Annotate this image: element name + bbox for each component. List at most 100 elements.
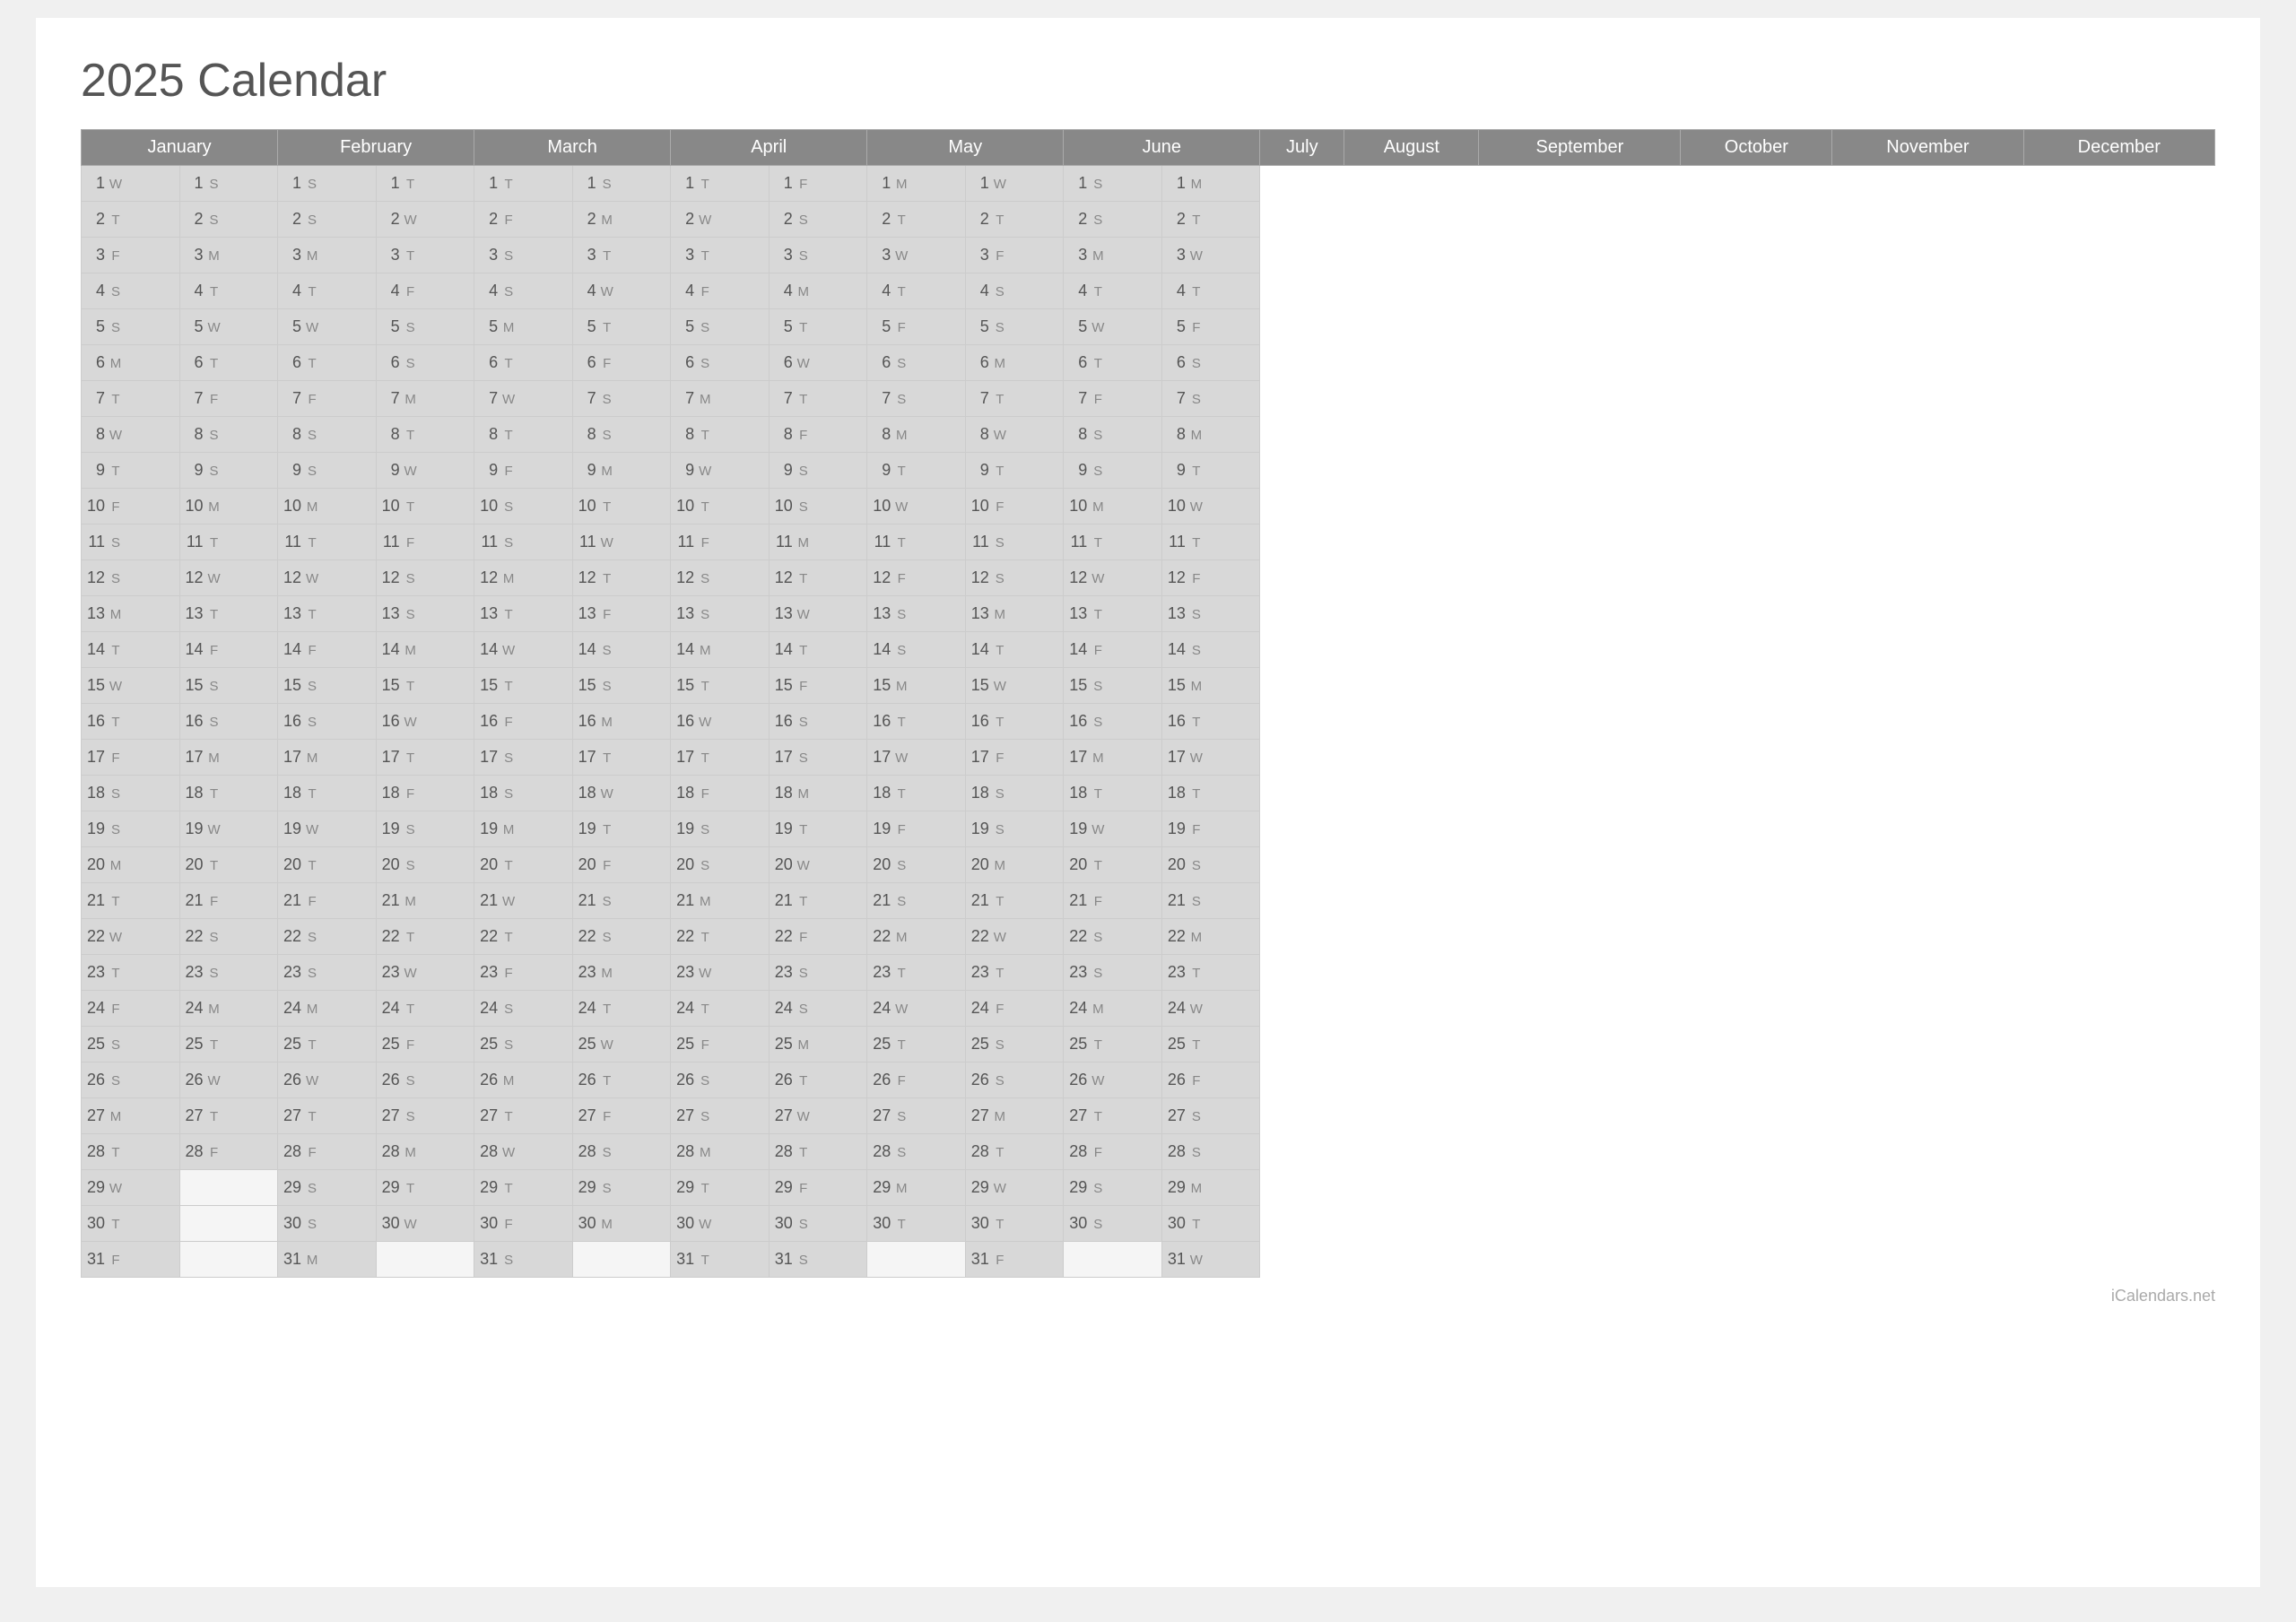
day-code: T xyxy=(796,894,812,909)
day-number: 29 xyxy=(85,1178,105,1197)
day-code: F xyxy=(206,392,222,407)
day-code: T xyxy=(697,177,713,192)
day-cell-oct-17: 17F xyxy=(965,740,1064,776)
day-number: 3 xyxy=(577,246,596,265)
day-code: M xyxy=(1090,499,1106,515)
day-cell-jan-7: 7T xyxy=(82,381,180,417)
day-code: T xyxy=(599,320,615,335)
day-cell-may-7: 7W xyxy=(474,381,573,417)
day-number: 1 xyxy=(970,174,989,193)
day-cell-apr-21: 21M xyxy=(376,883,474,919)
day-number: 13 xyxy=(970,604,989,623)
day-code: M xyxy=(304,499,320,515)
day-number: 13 xyxy=(184,604,204,623)
day-cell-may-2: 2F xyxy=(474,202,573,238)
day-cell-feb-12: 12W xyxy=(179,560,278,596)
day-cell-jan-24: 24F xyxy=(82,991,180,1027)
day-number: 30 xyxy=(85,1214,105,1233)
day-number: 21 xyxy=(380,891,400,910)
day-cell-nov-20: 20T xyxy=(1064,847,1162,883)
day-cell-mar-10: 10M xyxy=(278,489,377,525)
day-number: 24 xyxy=(282,999,301,1018)
day-code: S xyxy=(403,356,419,371)
day-number: 28 xyxy=(674,1142,694,1161)
day-number: 20 xyxy=(674,855,694,874)
day-number: 8 xyxy=(184,425,204,444)
day-cell-dec-24: 24W xyxy=(1161,991,1260,1027)
day-cell-jul-27: 27S xyxy=(671,1098,770,1134)
day-number: 15 xyxy=(85,676,105,695)
day-number: 1 xyxy=(1166,174,1186,193)
day-number: 8 xyxy=(1067,425,1087,444)
day-code: T xyxy=(500,858,517,873)
day-number: 23 xyxy=(1067,963,1087,982)
day-code: T xyxy=(697,1253,713,1268)
day-cell-jul-20: 20S xyxy=(671,847,770,883)
day-number: 28 xyxy=(1166,1142,1186,1161)
day-code: S xyxy=(206,213,222,228)
day-number: 18 xyxy=(674,784,694,802)
day-code: S xyxy=(108,786,124,802)
day-number: 2 xyxy=(577,210,596,229)
day-cell-oct-11: 11S xyxy=(965,525,1064,560)
day-cell-aug-14: 14T xyxy=(769,632,867,668)
day-number: 6 xyxy=(282,353,301,372)
day-cell-aug-1: 1F xyxy=(769,166,867,202)
day-code: F xyxy=(1188,1073,1205,1089)
day-code: F xyxy=(599,858,615,873)
day-cell-may-14: 14W xyxy=(474,632,573,668)
day-cell-jan-15: 15W xyxy=(82,668,180,704)
day-number: 11 xyxy=(282,533,301,551)
day-number: 16 xyxy=(380,712,400,731)
day-cell-feb-8: 8S xyxy=(179,417,278,453)
day-cell-aug-4: 4M xyxy=(769,273,867,309)
day-number: 21 xyxy=(85,891,105,910)
day-number: 27 xyxy=(1166,1106,1186,1125)
day-number: 7 xyxy=(674,389,694,408)
day-code: S xyxy=(403,1109,419,1124)
day-cell-may-24: 24S xyxy=(474,991,573,1027)
day-cell-feb-13: 13T xyxy=(179,596,278,632)
day-number: 29 xyxy=(674,1178,694,1197)
day-code: M xyxy=(599,715,615,730)
day-cell-dec-21: 21S xyxy=(1161,883,1260,919)
day-code: T xyxy=(206,858,222,873)
day-cell-dec-26: 26F xyxy=(1161,1063,1260,1098)
day-cell-jun-4: 4W xyxy=(572,273,671,309)
day-code: M xyxy=(893,177,909,192)
day-code: F xyxy=(403,1037,419,1053)
day-code: T xyxy=(599,571,615,586)
day-cell-dec-29: 29M xyxy=(1161,1170,1260,1206)
day-code: F xyxy=(206,1145,222,1160)
day-number: 13 xyxy=(478,604,498,623)
day-code: M xyxy=(403,643,419,658)
day-code: T xyxy=(108,392,124,407)
day-number: 4 xyxy=(1166,282,1186,300)
day-code: T xyxy=(304,858,320,873)
day-cell-aug-27: 27W xyxy=(769,1098,867,1134)
month-header-feb: February xyxy=(278,130,474,166)
day-number: 14 xyxy=(184,640,204,659)
day-code: M xyxy=(206,499,222,515)
day-code: F xyxy=(992,750,1008,766)
day-code: S xyxy=(697,1109,713,1124)
day-number: 19 xyxy=(282,820,301,838)
day-number: 2 xyxy=(871,210,891,229)
day-code: F xyxy=(500,715,517,730)
day-code: W xyxy=(697,966,713,981)
day-cell-feb-19: 19W xyxy=(179,811,278,847)
day-code: M xyxy=(992,1109,1008,1124)
day-code: T xyxy=(206,356,222,371)
day-number: 13 xyxy=(1067,604,1087,623)
day-cell-jan-10: 10F xyxy=(82,489,180,525)
day-number: 14 xyxy=(380,640,400,659)
day-code: W xyxy=(403,213,419,228)
day-cell-feb-29 xyxy=(179,1170,278,1206)
month-header-sep: September xyxy=(1479,130,1681,166)
day-number: 14 xyxy=(577,640,596,659)
day-number: 12 xyxy=(1067,568,1087,587)
day-number: 3 xyxy=(773,246,793,265)
day-code: F xyxy=(796,177,812,192)
day-cell-nov-12: 12W xyxy=(1064,560,1162,596)
day-code: F xyxy=(796,930,812,945)
